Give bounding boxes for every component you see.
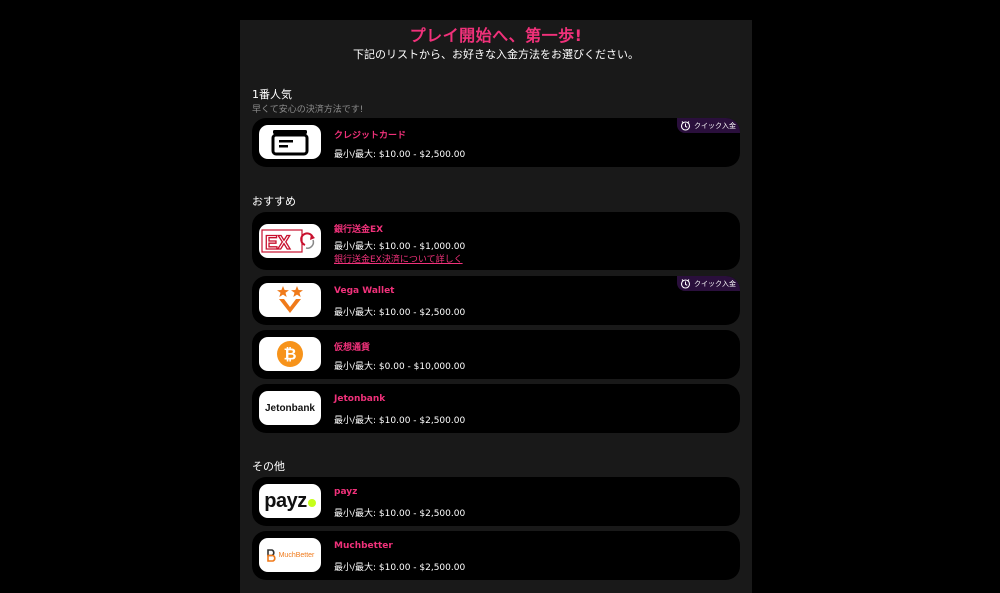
method-name: Jetonbank — [334, 394, 386, 404]
svg-text:EX: EX — [265, 233, 291, 254]
method-limits: 最小/最大: $10.00 - $2,500.00 — [334, 509, 466, 519]
muchbetter-logo: MuchBetter — [259, 538, 321, 572]
payment-method-vega-wallet[interactable]: Vega Wallet 最小/最大: $10.00 - $2,500.00 クイ… — [252, 276, 740, 325]
payment-method-muchbetter[interactable]: MuchBetter Muchbetter 最小/最大: $10.00 - $2… — [252, 531, 740, 580]
credit-card-icon — [271, 130, 309, 156]
quick-deposit-badge: クイック入金 — [677, 118, 740, 133]
method-limits: 最小/最大: $10.00 - $1,000.00 — [334, 242, 466, 252]
ex-logo-icon: EX — [261, 229, 315, 254]
bitcoin-icon: ₿ — [277, 341, 303, 367]
payz-logo: payz — [259, 484, 321, 518]
muchbetter-b-icon — [266, 548, 276, 562]
section-title-popular: 1番人気 — [252, 88, 292, 101]
jetonbank-logo: Jetonbank — [259, 391, 321, 425]
method-name: 銀行送金EX — [334, 225, 384, 235]
quick-deposit-badge: クイック入金 — [677, 276, 740, 291]
payment-method-jetonbank[interactable]: Jetonbank Jetonbank 最小/最大: $10.00 - $2,5… — [252, 384, 740, 433]
svg-text:₿: ₿ — [283, 346, 296, 364]
method-name: payz — [334, 487, 358, 497]
section-title-other: その他 — [252, 460, 285, 473]
section-title-recommended: おすすめ — [252, 195, 296, 208]
section-subtitle-popular: 早くて安心の決済方法です! — [252, 105, 364, 115]
payment-method-credit-card[interactable]: クレジットカード 最小/最大: $10.00 - $2,500.00 クイック入… — [252, 118, 740, 167]
quick-deposit-icon — [680, 278, 691, 289]
method-limits: 最小/最大: $0.00 - $10,000.00 — [334, 362, 466, 372]
method-name: Vega Wallet — [334, 286, 395, 296]
method-name: クレジットカード — [334, 131, 407, 141]
quick-deposit-icon — [680, 120, 691, 131]
credit-card-logo — [259, 125, 321, 159]
crypto-logo: ₿ — [259, 337, 321, 371]
method-name: Muchbetter — [334, 541, 393, 551]
method-limits: 最小/最大: $10.00 - $2,500.00 — [334, 416, 466, 426]
page-subtitle: 下記のリストから、お好きな入金方法をお選びください。 — [353, 48, 639, 61]
method-limits: 最小/最大: $10.00 - $2,500.00 — [334, 308, 466, 318]
method-limits: 最小/最大: $10.00 - $2,500.00 — [334, 563, 466, 573]
ex-bank-transfer-logo: EX — [259, 224, 321, 258]
payment-method-bank-transfer-ex[interactable]: EX 銀行送金EX 最小/最大: $10.00 - $1,000.00 銀行送金… — [252, 212, 740, 270]
page-title: プレイ開始へ、第一歩! — [409, 26, 583, 45]
vega-wallet-logo — [259, 283, 321, 317]
payment-method-crypto[interactable]: ₿ 仮想通貨 最小/最大: $0.00 - $10,000.00 — [252, 330, 740, 379]
method-limits: 最小/最大: $10.00 - $2,500.00 — [334, 150, 466, 160]
deposit-panel: プレイ開始へ、第一歩! 下記のリストから、お好きな入金方法をお選びください。 1… — [240, 20, 752, 593]
vega-wallet-icon — [277, 286, 303, 313]
method-name: 仮想通貨 — [334, 343, 371, 353]
bank-transfer-ex-info-link[interactable]: 銀行送金EX決済について詳しく — [334, 252, 463, 265]
payz-dot-icon — [307, 499, 316, 507]
payment-method-payz[interactable]: payz payz 最小/最大: $10.00 - $2,500.00 — [252, 477, 740, 526]
